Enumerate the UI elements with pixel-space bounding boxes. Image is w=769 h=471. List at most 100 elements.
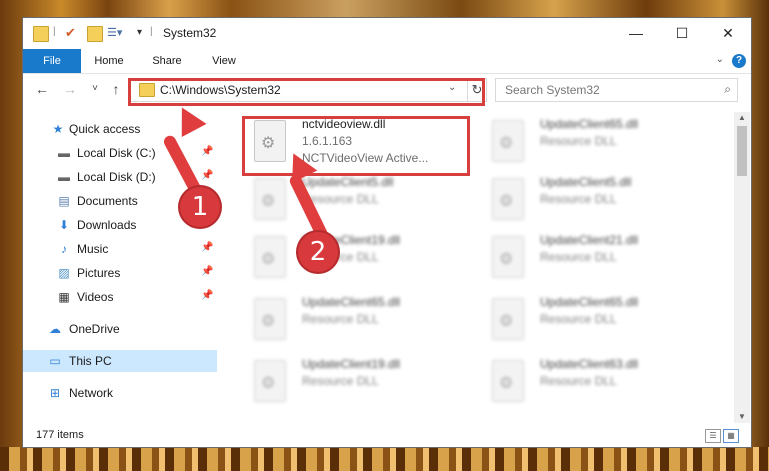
file-type: Resource DLL: [302, 374, 379, 388]
scroll-down-icon[interactable]: ▼: [734, 411, 750, 423]
dll-file-icon: [254, 360, 286, 402]
file-type: Resource DLL: [540, 192, 617, 206]
sidebar-item-label: Local Disk (D:): [77, 170, 156, 184]
pin-icon: 📌: [201, 290, 214, 301]
file-item[interactable]: UpdateClient65.dll Resource DLL: [479, 112, 711, 166]
new-folder-icon[interactable]: [87, 26, 103, 42]
download-icon: ⬇: [58, 218, 70, 232]
file-highlight: [242, 116, 470, 176]
minimize-button[interactable]: —: [613, 18, 659, 49]
dll-file-icon: [254, 178, 286, 220]
folder-icon: [33, 26, 49, 42]
chevron-down-icon[interactable]: ▾: [137, 26, 151, 40]
sidebar-item-pictures[interactable]: ▨ Pictures 📌: [23, 262, 217, 284]
file-name: UpdateClient65.dll: [540, 295, 639, 309]
dll-file-icon: [492, 360, 524, 402]
sidebar-item-label: Documents: [77, 194, 138, 208]
drive-icon: ▬: [58, 146, 70, 160]
search-input[interactable]: Search System32: [505, 83, 600, 97]
details-view-icon[interactable]: ☰: [705, 429, 721, 443]
documents-icon: ▤: [58, 194, 70, 208]
up-icon[interactable]: ↑: [107, 80, 125, 98]
file-item[interactable]: UpdateClient21.dll Resource DLL: [479, 228, 711, 282]
dll-file-icon: [492, 236, 524, 278]
file-item[interactable]: UpdateClient65.dll Resource DLL: [241, 290, 473, 344]
drive-icon: ▬: [58, 170, 70, 184]
dll-file-icon: [254, 236, 286, 278]
tab-file[interactable]: File: [23, 49, 81, 73]
star-icon: ★: [52, 122, 64, 136]
forward-icon[interactable]: →: [61, 80, 79, 98]
sidebar-item-network[interactable]: ⊞ Network: [23, 382, 217, 404]
file-name: UpdateClient19.dll: [302, 357, 401, 371]
sidebar-item-label: Music: [77, 242, 109, 256]
videos-icon: ▦: [58, 290, 70, 304]
file-item[interactable]: UpdateClient63.dll Resource DLL: [479, 352, 711, 406]
pin-icon: 📌: [201, 266, 214, 277]
dll-file-icon: [254, 298, 286, 340]
properties-icon[interactable]: ✔: [65, 26, 79, 40]
pin-icon: 📌: [201, 146, 214, 157]
dll-file-icon: [492, 298, 524, 340]
dll-file-icon: [492, 178, 524, 220]
file-name: UpdateClient65.dll: [540, 117, 639, 131]
scroll-up-icon[interactable]: ▲: [734, 112, 750, 124]
sidebar-item-label: This PC: [69, 354, 112, 368]
file-item[interactable]: UpdateClient65.dll Resource DLL: [479, 290, 711, 344]
callout-badge-2: 2: [298, 232, 338, 272]
expand-ribbon-icon[interactable]: ⌄: [716, 54, 724, 65]
dll-file-icon: [492, 120, 524, 162]
window-title: System32: [163, 26, 217, 40]
title-bar: | ✔ ☰▾ ▾ | System32 — ☐ ✕: [23, 18, 751, 49]
file-name: UpdateClient5.dll: [302, 175, 394, 189]
sidebar-item-onedrive[interactable]: ☁ OneDrive: [23, 318, 217, 340]
search-icon[interactable]: ⌕: [724, 82, 731, 97]
sidebar-item-label: Network: [69, 386, 114, 400]
tab-view[interactable]: View: [201, 49, 247, 73]
file-type: Resource DLL: [540, 134, 617, 148]
vertical-scrollbar[interactable]: ▲ ▼: [734, 112, 750, 423]
file-item[interactable]: UpdateClient19.dll Resource DLL: [241, 228, 473, 282]
close-button[interactable]: ✕: [705, 18, 751, 49]
computer-icon: ▭: [49, 354, 61, 368]
sidebar-item-this-pc[interactable]: ▭ This PC: [23, 350, 217, 372]
sidebar-item-local-disk-c[interactable]: ▬ Local Disk (C:) 📌: [23, 142, 217, 164]
file-item[interactable]: UpdateClient5.dll Resource DLL: [241, 170, 473, 224]
music-icon: ♪: [61, 242, 67, 256]
maximize-button[interactable]: ☐: [659, 18, 705, 49]
address-bar-highlight: [128, 78, 485, 106]
status-bar: 177 items ☰ ▦: [23, 424, 751, 447]
pin-icon: 📌: [201, 170, 214, 181]
tab-share[interactable]: Share: [144, 49, 190, 73]
desktop-background: [0, 447, 769, 471]
cloud-icon: ☁: [49, 322, 61, 336]
sidebar-item-music[interactable]: ♪ Music 📌: [23, 238, 217, 260]
help-icon[interactable]: ?: [732, 54, 746, 68]
file-item[interactable]: UpdateClient19.dll Resource DLL: [241, 352, 473, 406]
scrollbar-thumb[interactable]: [737, 126, 747, 176]
tab-home[interactable]: Home: [87, 49, 131, 73]
ribbon-tabs: File Home Share View ⌄ ?: [23, 49, 751, 74]
navigation-pane: ★ Quick access ▬ Local Disk (C:) 📌 ▬ Loc…: [23, 112, 217, 416]
separator: |: [150, 26, 153, 37]
file-name: UpdateClient65.dll: [302, 295, 401, 309]
large-icons-view-icon[interactable]: ▦: [723, 429, 739, 443]
file-type: Resource DLL: [540, 312, 617, 326]
recent-locations-icon[interactable]: ˅: [86, 80, 104, 98]
sidebar-item-label: Quick access: [69, 122, 141, 136]
sidebar-item-label: Videos: [77, 290, 114, 304]
back-icon[interactable]: ←: [33, 80, 51, 98]
search-box[interactable]: Search System32 ⌕: [495, 78, 738, 102]
file-item[interactable]: UpdateClient5.dll Resource DLL: [479, 170, 711, 224]
network-icon: ⊞: [49, 386, 61, 400]
pictures-icon: ▨: [58, 266, 70, 280]
customize-toolbar-icon[interactable]: ☰▾: [107, 26, 122, 40]
sidebar-item-label: Pictures: [77, 266, 121, 280]
file-type: Resource DLL: [302, 312, 379, 326]
sidebar-item-label: Local Disk (C:): [77, 146, 156, 160]
sidebar-item-videos[interactable]: ▦ Videos 📌: [23, 286, 217, 308]
file-name: UpdateClient5.dll: [540, 175, 632, 189]
sidebar-item-label: OneDrive: [69, 322, 120, 336]
item-count: 177 items: [36, 429, 84, 441]
file-name: UpdateClient21.dll: [540, 233, 639, 247]
